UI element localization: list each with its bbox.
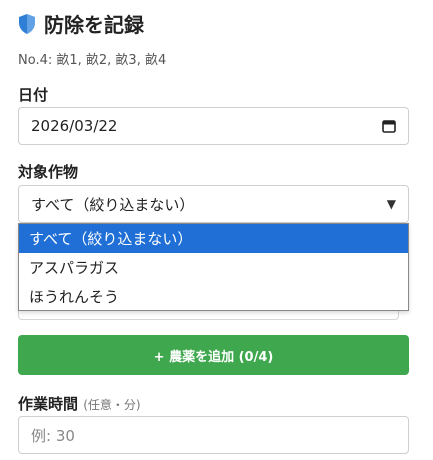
plots-info: No.4: 畝1, 畝2, 畝3, 畝4 [18,53,167,68]
add-pesticide-button[interactable]: + 農薬を追加 (0/4) [18,335,409,375]
work-time-label: 作業時間 (任意・分) [18,393,141,414]
crop-option[interactable]: ほうれんそう [19,282,408,311]
work-time-label-text: 作業時間 [18,395,79,413]
work-time-hint: (任意・分) [83,398,141,412]
crop-option[interactable]: すべて（絞り込まない） [19,224,408,253]
chevron-down-icon: ▼ [386,197,396,211]
record-pest-control-page: 防除を記録 No.4: 畝1, 畝2, 畝3, 畝4 日付 2026/03/22… [0,0,433,460]
crop-select-value: すべて（絞り込まない） [31,195,195,214]
date-label: 日付 [18,86,49,104]
work-time-input[interactable]: 例: 30 [18,416,409,454]
date-input[interactable]: 2026/03/22 [18,107,409,145]
calendar-icon[interactable] [382,119,396,133]
shield-icon [19,13,35,34]
crop-select[interactable]: すべて（絞り込まない） ▼ [18,185,409,223]
crop-label: 対象作物 [18,163,79,181]
crop-option[interactable]: アスパラガス [19,253,408,282]
date-value: 2026/03/22 [31,117,118,135]
work-time-placeholder: 例: 30 [31,426,75,445]
page-header: 防除を記録 [18,9,144,38]
crop-dropdown-list: すべて（絞り込まない） アスパラガス ほうれんそう [18,223,409,311]
page-title: 防除を記録 [44,13,144,37]
